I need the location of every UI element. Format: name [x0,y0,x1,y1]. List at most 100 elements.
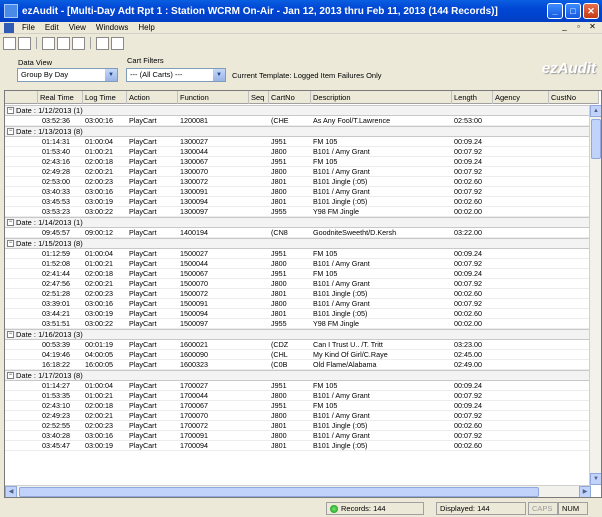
table-row[interactable]: 02:51:28 02:00:23 PlayCart 1500072 J801 B101 … [5,289,591,299]
table-row[interactable]: 01:12:59 01:00:04 PlayCart 1500027 J951 FM 10… [5,249,591,259]
table-row[interactable]: 03:44:21 03:00:19 PlayCart 1500094 J801 B101 … [5,309,591,319]
table-row[interactable]: 03:53:23 03:00:22 PlayCart 1300097 J955 Y98 F… [5,207,591,217]
collapse-icon[interactable]: − [7,219,14,226]
column-header[interactable]: CustNo [549,91,599,104]
table-row[interactable]: 16:18:22 16:00:05 PlayCart 1600323 (C0B Old F… [5,360,591,370]
cart-filters-select[interactable]: --- (All Carts) --- ▼ [126,68,226,82]
table-cell: J800 [271,279,287,288]
child-restore-button[interactable]: ▫ [573,22,584,32]
scroll-right-icon[interactable]: ▶ [579,486,591,497]
table-cell: J951 [271,157,287,166]
table-row[interactable]: 09:45:57 09:00:12 PlayCart 1400194 (CN8 Goodn… [5,228,591,238]
column-header[interactable] [5,91,38,104]
column-header[interactable]: Description [311,91,452,104]
scroll-left-icon[interactable]: ◀ [5,486,17,497]
table-row[interactable]: 03:40:28 03:00:16 PlayCart 1700091 J800 B101 … [5,431,591,441]
table-row[interactable]: 01:52:08 01:00:21 PlayCart 1500044 J800 B101 … [5,259,591,269]
table-row[interactable]: 01:53:35 01:00:21 PlayCart 1700044 J800 B101 … [5,391,591,401]
table-row[interactable]: 01:14:27 01:00:04 PlayCart 1700027 J951 FM 10… [5,381,591,391]
table-row[interactable]: 02:47:56 02:00:21 PlayCart 1500070 J800 B101 … [5,279,591,289]
menu-edit[interactable]: Edit [40,23,64,32]
table-row[interactable]: 03:45:47 03:00:19 PlayCart 1700094 J801 B101 … [5,441,591,451]
group-header[interactable]: − Date : 1/16/2013 (3) [5,329,591,340]
table-row[interactable]: 02:43:10 02:00:18 PlayCart 1700067 J951 FM 10… [5,401,591,411]
table-cell: B101 / Amy Grant [313,279,370,288]
close-button[interactable]: ✕ [583,3,599,19]
column-header[interactable]: Real Time [38,91,83,104]
chevron-down-icon[interactable]: ▼ [105,69,117,81]
column-header[interactable]: Log Time [83,91,127,104]
vertical-scrollbar[interactable]: ▲ ▼ [589,105,601,485]
menu-file[interactable]: File [17,23,40,32]
table-cell: 02:00:18 [85,269,113,278]
group-header[interactable]: − Date : 1/14/2013 (1) [5,217,591,228]
column-header[interactable]: Seq [249,91,269,104]
data-view-select[interactable]: Group By Day ▼ [17,68,118,82]
table-row[interactable]: 01:53:40 01:00:21 PlayCart 1300044 J800 B101 … [5,147,591,157]
document-icon[interactable] [4,22,14,33]
records-panel: Records: 144 [326,502,424,515]
table-row[interactable]: 02:53:00 02:00:23 PlayCart 1300072 J801 B101 … [5,177,591,187]
column-header[interactable]: Function [178,91,249,104]
scroll-down-icon[interactable]: ▼ [590,473,601,485]
menu-view[interactable]: View [64,23,91,32]
child-close-button[interactable]: ✕ [587,22,598,32]
print-icon[interactable] [57,36,70,50]
collapse-icon[interactable]: − [7,128,14,135]
table-row[interactable]: 03:40:33 03:00:16 PlayCart 1300091 J800 B101 … [5,187,591,197]
table-row[interactable]: 03:51:51 03:00:22 PlayCart 1500097 J955 Y98 F… [5,319,591,329]
table-row[interactable]: 02:43:16 02:00:18 PlayCart 1300067 J951 FM 10… [5,157,591,167]
group-header[interactable]: − Date : 1/13/2013 (8) [5,126,591,137]
menu-windows[interactable]: Windows [91,23,133,32]
table-cell: 02:47:56 [42,279,70,288]
save-icon[interactable] [72,36,85,50]
table-cell: (CHE [271,116,289,125]
table-row[interactable]: 03:52:36 03:00:16 PlayCart 1200081 (CHE As An… [5,116,591,126]
table-cell: 03:00:16 [85,299,113,308]
column-header[interactable]: Action [127,91,178,104]
child-minimize-button[interactable]: _ [559,22,570,32]
menu-help[interactable]: Help [133,23,159,32]
collapse-icon[interactable]: − [7,107,14,114]
table-cell: 02:00:23 [85,421,113,430]
table-cell: J951 [271,401,287,410]
about-icon[interactable] [111,36,124,50]
row-indent [5,309,40,318]
minimize-button[interactable]: _ [547,3,563,19]
open-icon[interactable] [18,36,31,50]
scroll-up-icon[interactable]: ▲ [590,105,601,117]
table-row[interactable]: 02:49:28 02:00:21 PlayCart 1300070 J800 B101 … [5,167,591,177]
table-row[interactable]: 02:49:23 02:00:21 PlayCart 1700070 J800 B101 … [5,411,591,421]
table-row[interactable]: 02:52:55 02:00:23 PlayCart 1700072 J801 B101 … [5,421,591,431]
maximize-button[interactable]: □ [565,3,581,19]
chevron-down-icon[interactable]: ▼ [213,69,225,81]
hscroll-thumb[interactable] [19,487,539,497]
table-row[interactable]: 01:14:31 01:00:04 PlayCart 1300027 J951 FM 10… [5,137,591,147]
table-row[interactable]: 00:53:39 00:01:19 PlayCart 1600021 (CDZ Can I… [5,340,591,350]
table-cell [251,381,271,390]
collapse-icon[interactable]: − [7,331,14,338]
table-row[interactable]: 04:19:46 04:00:05 PlayCart 1600090 (CHL My Ki… [5,350,591,360]
table-cell: B101 / Amy Grant [313,147,370,156]
table-row[interactable]: 02:41:44 02:00:18 PlayCart 1500067 J951 FM 10… [5,269,591,279]
column-header[interactable]: Agency [493,91,549,104]
column-header[interactable]: Length [452,91,493,104]
collapse-icon[interactable]: − [7,372,14,379]
scroll-thumb[interactable] [591,119,601,159]
app-icon[interactable] [4,4,18,18]
column-header[interactable]: CartNo [269,91,311,104]
table-cell: 01:12:59 [42,249,70,258]
collapse-icon[interactable]: − [7,240,14,247]
table-cell [251,147,271,156]
report-icon[interactable] [42,36,55,50]
group-header[interactable]: − Date : 1/17/2013 (8) [5,370,591,381]
group-header[interactable]: − Date : 1/15/2013 (8) [5,238,591,249]
new-icon[interactable] [3,36,16,50]
group-header[interactable]: − Date : 1/12/2013 (1) [5,105,591,116]
table-row[interactable]: 03:39:01 03:00:16 PlayCart 1500091 J800 B101 … [5,299,591,309]
grid-body: − Date : 1/12/2013 (1) 03:52:36 03:00:16 Pla… [5,105,591,451]
table-row[interactable]: 03:45:53 03:00:19 PlayCart 1300094 J801 B101 … [5,197,591,207]
table-cell: 03:45:47 [42,441,70,450]
help-icon[interactable] [96,36,109,50]
horizontal-scrollbar[interactable]: ◀ ▶ [5,485,591,497]
